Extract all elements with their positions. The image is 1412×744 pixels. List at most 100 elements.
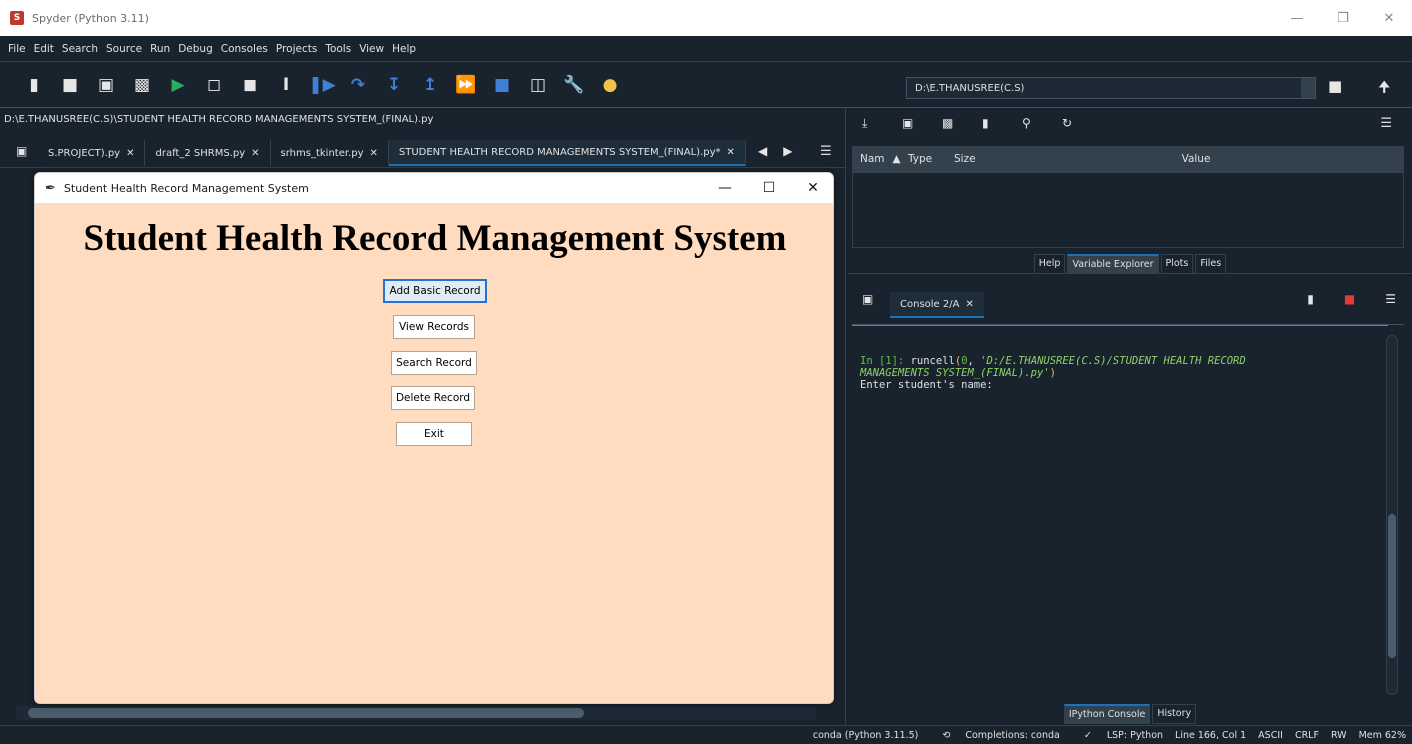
save-file-icon[interactable]: ▣	[88, 75, 124, 95]
debug-icon[interactable]: ❚▶	[304, 75, 340, 95]
column-size[interactable]: Size	[950, 153, 992, 165]
console-command: runcell	[910, 355, 955, 367]
run-icon[interactable]: ▶	[160, 75, 196, 95]
view-records-button[interactable]: View Records	[393, 315, 475, 339]
scrollbar-thumb[interactable]	[1388, 514, 1396, 658]
restore-icon[interactable]: ❐	[1320, 0, 1366, 36]
status-completions[interactable]: ⟲ Completions: conda	[930, 730, 1059, 741]
hamburger-menu-icon[interactable]: ☰	[1385, 292, 1396, 306]
refresh-icon[interactable]: ↻	[1062, 116, 1102, 131]
menu-file[interactable]: File	[4, 43, 30, 55]
tab-plots[interactable]: Plots	[1160, 254, 1194, 274]
parent-directory-icon[interactable]: 🠉	[1378, 77, 1390, 102]
menu-projects[interactable]: Projects	[272, 43, 321, 55]
close-icon[interactable]: ✕	[791, 173, 833, 203]
spyder-app-icon: S	[10, 11, 24, 25]
app-heading: Student Health Record Management System	[83, 218, 787, 259]
exit-button[interactable]: Exit	[396, 422, 472, 446]
search-icon[interactable]: ⚲	[1022, 116, 1062, 131]
menu-run[interactable]: Run	[146, 43, 174, 55]
editor-tab-active[interactable]: STUDENT HEALTH RECORD MANAGEMENTS SYSTEM…	[388, 140, 746, 166]
maximize-pane-icon[interactable]: ◫	[520, 75, 556, 95]
remove-icon[interactable]: ▮	[1307, 292, 1314, 306]
column-type[interactable]: Type	[904, 153, 950, 165]
menubar: File Edit Search Source Run Debug Consol…	[0, 36, 1412, 62]
tab-variable-explorer[interactable]: Variable Explorer	[1067, 254, 1159, 274]
python-path-icon[interactable]: ●	[592, 75, 628, 95]
close-tab-icon[interactable]: ✕	[251, 148, 259, 159]
console-arg-separator: ,	[967, 355, 981, 367]
working-directory-value: D:\E.THANUSREE(C.S)	[915, 82, 1025, 94]
menu-edit[interactable]: Edit	[30, 43, 58, 55]
working-directory-combo[interactable]: D:\E.THANUSREE(C.S)	[906, 77, 1316, 99]
close-tab-icon[interactable]: ✕	[370, 148, 378, 159]
window-titlebar: S Spyder (Python 3.11) — ❐ ✕	[0, 0, 1412, 36]
hamburger-menu-icon[interactable]: ☰	[820, 144, 832, 159]
save-data-as-icon[interactable]: ▩	[942, 116, 982, 131]
save-all-icon[interactable]: ▩	[124, 75, 160, 95]
stop-icon[interactable]: ■	[484, 75, 520, 95]
menu-source[interactable]: Source	[102, 43, 146, 55]
step-over-icon[interactable]: ↷	[340, 75, 376, 95]
close-tab-icon[interactable]: ✕	[727, 147, 735, 158]
interrupt-kernel-icon[interactable]: ■	[1344, 292, 1355, 306]
status-conda-env[interactable]: conda (Python 3.11.5)	[813, 730, 919, 741]
menu-help[interactable]: Help	[388, 43, 420, 55]
close-tab-icon[interactable]: ✕	[126, 148, 134, 159]
close-tab-icon[interactable]: ✕	[965, 299, 973, 310]
menu-debug[interactable]: Debug	[174, 43, 217, 55]
menu-tools[interactable]: Tools	[321, 43, 355, 55]
delete-record-button[interactable]: Delete Record	[391, 386, 475, 410]
menu-consoles[interactable]: Consoles	[217, 43, 272, 55]
search-record-button[interactable]: Search Record	[391, 351, 477, 375]
browse-folder-icon[interactable]: ■	[1328, 77, 1342, 95]
preferences-wrench-icon[interactable]: 🔧	[556, 75, 592, 95]
new-file-icon[interactable]: ▮	[16, 75, 52, 95]
status-lsp[interactable]: ✓ LSP: Python	[1072, 730, 1163, 741]
hamburger-menu-icon[interactable]: ☰	[1380, 116, 1392, 131]
step-into-icon[interactable]: ↧	[376, 75, 412, 95]
run-cell-icon[interactable]: ◻	[196, 75, 232, 95]
feather-icon: ✒	[45, 180, 56, 196]
chevron-down-icon[interactable]	[1301, 78, 1315, 98]
check-icon: ✓	[1083, 729, 1095, 741]
minimize-icon[interactable]: —	[1274, 0, 1320, 36]
maximize-icon[interactable]: ☐	[747, 173, 791, 203]
column-name[interactable]: Nam ▲	[852, 153, 904, 165]
editor-tab-bar: ▣ S.PROJECT).py ✕ draft_2 SHRMS.py ✕ srh…	[0, 134, 846, 168]
step-return-icon[interactable]: ↥	[412, 75, 448, 95]
window-title: Spyder (Python 3.11)	[32, 11, 149, 25]
status-permissions: RW	[1330, 729, 1347, 741]
variable-explorer-pane: ⤓ ▣ ▩ ▮ ⚲ ↻ ☰ Nam ▲ Type Size Value Help …	[848, 108, 1412, 274]
console-tab-active[interactable]: Console 2/A ✕	[890, 292, 984, 318]
save-data-icon[interactable]: ▣	[902, 116, 942, 131]
editor-horizontal-scrollbar[interactable]	[16, 706, 816, 720]
continue-icon[interactable]: ⏩	[448, 75, 484, 95]
menu-view[interactable]: View	[355, 43, 388, 55]
browse-tabs-icon[interactable]: ▣	[862, 292, 873, 306]
editor-tab[interactable]: S.PROJECT).py ✕	[38, 140, 146, 166]
minimize-icon[interactable]: —	[703, 173, 747, 203]
console-vertical-scrollbar[interactable]	[1386, 335, 1398, 695]
browse-tabs-icon[interactable]: ▣	[16, 144, 27, 158]
tab-help[interactable]: Help	[1033, 254, 1066, 274]
editor-tab[interactable]: srhms_tkinter.py ✕	[271, 140, 389, 166]
remove-variables-icon[interactable]: ▮	[982, 116, 1022, 131]
editor-tab[interactable]: draft_2 SHRMS.py ✕	[145, 140, 271, 166]
tab-history[interactable]: History	[1152, 704, 1197, 724]
menu-search[interactable]: Search	[58, 43, 102, 55]
scrollbar-thumb[interactable]	[28, 708, 584, 718]
statusbar: conda (Python 3.11.5) ⟲ Completions: con…	[0, 725, 1412, 744]
close-icon[interactable]: ✕	[1366, 0, 1412, 36]
import-data-icon[interactable]: ⤓	[862, 116, 902, 131]
column-value[interactable]: Value	[992, 153, 1400, 165]
tab-files[interactable]: Files	[1195, 254, 1227, 274]
open-file-icon[interactable]: ■	[52, 75, 88, 95]
run-selection-icon[interactable]: I	[268, 75, 304, 95]
run-cell-advance-icon[interactable]: ◼	[232, 75, 268, 95]
tab-scroll-arrows[interactable]: ◀▶	[758, 144, 808, 158]
variable-pane-tabs: Help Variable Explorer Plots Files	[848, 254, 1412, 274]
console-output[interactable]: In [1]: runcell(0, 'D:/E.THANUSREE(C.S)/…	[852, 324, 1404, 700]
add-basic-record-button[interactable]: Add Basic Record	[383, 279, 487, 303]
tab-ipython-console[interactable]: IPython Console	[1063, 704, 1151, 724]
